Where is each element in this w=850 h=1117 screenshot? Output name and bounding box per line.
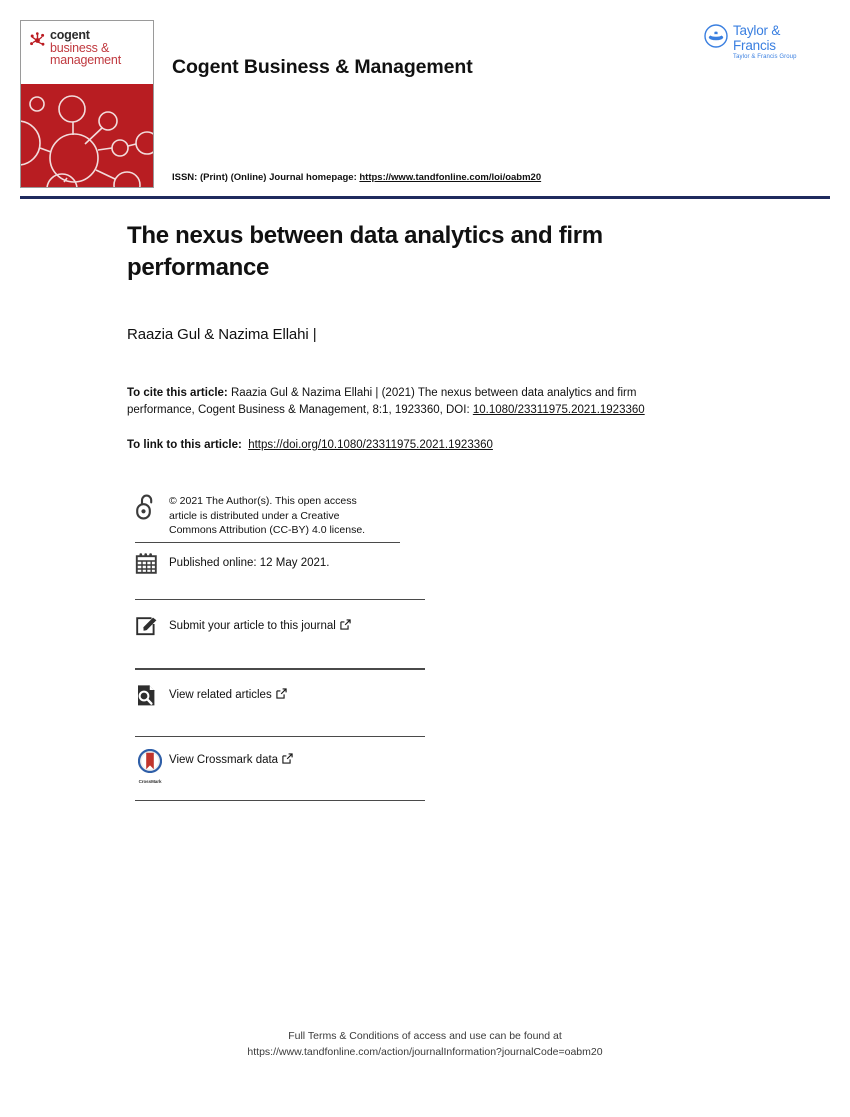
published-date-row: Published online: 12 May 2021. [135,543,427,599]
taylor-francis-badge-icon [704,24,728,48]
crossmark-icon-wrap: CrossMark [135,748,169,784]
cover-brand-line-1: cogent [50,28,90,42]
view-related-articles-row[interactable]: View related articles [135,670,427,736]
issn-prefix: ISSN: (Print) (Online) Journal homepage: [172,172,360,183]
molecular-network-graphic [21,86,153,187]
journal-title: Cogent Business & Management [172,56,473,78]
citation-block: To cite this article: Raazia Gul & Nazim… [127,385,645,418]
view-crossmark-label[interactable]: View Crossmark data [169,748,293,769]
article-authors: Raazia Gul & Nazima Ellahi | [127,326,317,343]
cogent-wordmark: cogent business & management [50,29,121,67]
taylor-francis-logo: Taylor & Francis Taylor & Francis Group [704,22,822,60]
external-link-icon [340,619,351,635]
footer-line-2[interactable]: https://www.tandfonline.com/action/journ… [0,1044,850,1060]
open-access-line-1: © 2021 The Author(s). This open access [169,495,357,507]
view-crossmark-row[interactable]: CrossMark View Crossmark data [135,737,427,800]
pencil-square-icon [135,614,169,637]
view-related-articles-label[interactable]: View related articles [169,683,287,704]
cover-brand-line-3: management [50,53,121,67]
article-doi-url-link[interactable]: https://doi.org/10.1080/23311975.2021.19… [248,439,493,451]
taylor-francis-text: Taylor & Francis Taylor & Francis Group [733,23,822,61]
journal-cover-thumbnail[interactable]: cogent business & management [20,20,154,188]
citation-label: To cite this article: [127,387,228,399]
cover-brand-area: cogent business & management [21,21,153,84]
footer-line-1: Full Terms & Conditions of access and us… [288,1030,562,1042]
crossmark-caption: CrossMark [138,779,162,785]
metadata-divider [135,800,425,802]
submit-article-text: Submit your article to this journal [169,620,336,633]
published-date-text: Published online: 12 May 2021. [169,556,330,569]
page-header: cogent business & management Cogent Busi… [20,20,830,192]
open-access-lock-icon [135,492,169,520]
page-footer: Full Terms & Conditions of access and us… [0,1028,850,1060]
open-access-line-2: article is distributed under a Creative [169,509,340,522]
citation-doi-link[interactable]: 10.1080/23311975.2021.1923360 [473,404,645,416]
article-title: The nexus between data analytics and fir… [127,222,603,281]
open-access-line-3: Commons Attribution (CC-BY) 4.0 license. [169,524,366,536]
submit-article-label[interactable]: Submit your article to this journal [169,614,351,635]
article-metadata-list: © 2021 The Author(s). This open access a… [135,492,427,802]
header-divider-rule [20,196,830,199]
calendar-icon [135,551,169,575]
view-related-articles-text: View related articles [169,688,272,701]
open-access-text: © 2021 The Author(s). This open access a… [169,492,365,538]
submit-article-row[interactable]: Submit your article to this journal [135,600,427,668]
open-access-row: © 2021 The Author(s). This open access a… [135,492,427,542]
issn-line: ISSN: (Print) (Online) Journal homepage:… [172,172,541,183]
publisher-group: Taylor & Francis Group [733,54,797,60]
article-link-block: To link to this article: https://doi.org… [127,437,687,453]
document-search-icon [135,683,169,707]
article-link-label: To link to this article: [127,439,242,451]
external-link-icon [276,688,287,704]
article-header-block: The nexus between data analytics and fir… [127,220,687,453]
external-link-icon [282,753,293,769]
cogent-asterisk-icon [29,32,46,49]
journal-homepage-link[interactable]: https://www.tandfonline.com/loi/oabm20 [359,172,541,183]
crossmark-logo-icon: CrossMark [135,748,165,785]
view-crossmark-text: View Crossmark data [169,754,279,767]
publisher-name: Taylor & Francis [733,23,781,53]
